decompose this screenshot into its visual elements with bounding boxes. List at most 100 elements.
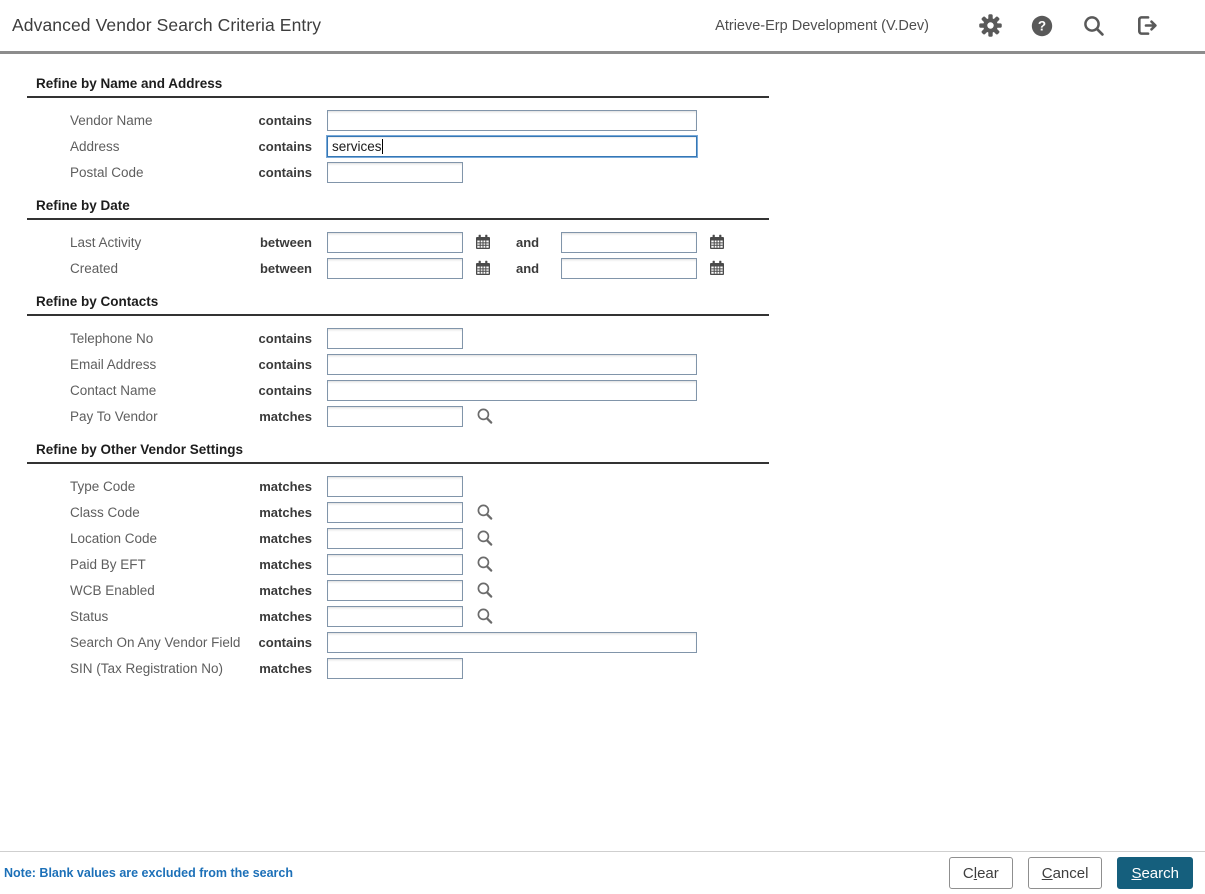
location-code-input[interactable] [327,528,463,549]
field-label: Postal Code [70,165,250,180]
sin-tax-registration-no-input[interactable] [327,658,463,679]
field-row-wcb-enabled: WCB Enabledmatches [27,577,769,603]
created-from-input[interactable] [327,258,463,279]
section-refine-by-name-and-address: Refine by Name and AddressVendor Namecon… [27,76,769,185]
address-input-wrap [327,136,697,157]
field-label: Created [70,261,250,276]
operator-label: matches [250,409,312,424]
field-label: Address [70,139,250,154]
field-label: Paid By EFT [70,557,250,572]
field-row-contact-name: Contact Namecontains [27,377,769,403]
field-label: SIN (Tax Registration No) [70,661,250,676]
last-activity-to-input-wrap [561,232,697,253]
text-cursor [382,139,383,154]
section-title: Refine by Contacts [27,294,769,314]
field-label: Last Activity [70,235,250,250]
lookup-search-icon[interactable] [476,607,494,625]
field-inputs [327,554,494,575]
operator-label: contains [250,113,312,128]
status-input-wrap [327,606,463,627]
svg-text:?: ? [1038,18,1046,33]
class-code-input[interactable] [327,502,463,523]
field-row-paid-by-eft: Paid By EFTmatches [27,551,769,577]
status-input[interactable] [327,606,463,627]
type-code-input-wrap [327,476,463,497]
help-icon[interactable]: ? [1029,13,1055,39]
operator-label: matches [250,609,312,624]
page-title: Advanced Vendor Search Criteria Entry [0,15,321,36]
footer-buttons: Clear Cancel Search [934,857,1193,889]
settings-gear-icon[interactable] [977,13,1003,39]
field-row-search-on-any-vendor-field: Search On Any Vendor Fieldcontains [27,629,769,655]
field-row-sin-tax-registration-no: SIN (Tax Registration No)matches [27,655,769,681]
paid-by-eft-input-wrap [327,554,463,575]
telephone-no-input[interactable] [327,328,463,349]
telephone-no-input-wrap [327,328,463,349]
logout-icon[interactable] [1133,13,1159,39]
lookup-search-icon[interactable] [476,581,494,599]
lookup-search-icon[interactable] [476,407,494,425]
field-inputs [327,354,697,375]
and-label: and [516,235,539,250]
search-on-any-vendor-field-input[interactable] [327,632,697,653]
field-row-telephone-no: Telephone Nocontains [27,325,769,351]
field-inputs [327,658,463,679]
field-row-last-activity: Last Activitybetween and [27,229,769,255]
lookup-search-icon[interactable] [476,555,494,573]
created-to-input[interactable] [561,258,697,279]
last-activity-to-input[interactable] [561,232,697,253]
field-label: Vendor Name [70,113,250,128]
and-label: and [516,261,539,276]
operator-label: matches [250,557,312,572]
field-row-type-code: Type Codematches [27,473,769,499]
field-inputs [327,502,494,523]
lookup-search-icon[interactable] [476,529,494,547]
contact-name-input[interactable] [327,380,697,401]
pay-to-vendor-input[interactable] [327,406,463,427]
header-icons: ? [951,13,1159,39]
created-to-input-wrap [561,258,697,279]
calendar-icon[interactable] [475,234,491,250]
postal-code-input[interactable] [327,162,463,183]
footer-note: Note: Blank values are excluded from the… [0,866,293,880]
field-label: Class Code [70,505,250,520]
clear-button[interactable]: Clear [949,857,1013,889]
paid-by-eft-input[interactable] [327,554,463,575]
operator-label: between [250,235,312,250]
postal-code-input-wrap [327,162,463,183]
section-refine-by-date: Refine by DateLast ActivitybetweenandCre… [27,198,769,281]
operator-label: contains [250,139,312,154]
operator-label: contains [250,165,312,180]
section-refine-by-contacts: Refine by ContactsTelephone NocontainsEm… [27,294,769,429]
calendar-icon[interactable] [709,234,725,250]
field-inputs [327,136,697,157]
search-button[interactable]: Search [1117,857,1193,889]
field-inputs [327,580,494,601]
wcb-enabled-input-wrap [327,580,463,601]
field-label: Telephone No [70,331,250,346]
email-address-input[interactable] [327,354,697,375]
operator-label: matches [250,479,312,494]
operator-label: between [250,261,312,276]
type-code-input[interactable] [327,476,463,497]
class-code-input-wrap [327,502,463,523]
cancel-button[interactable]: Cancel [1028,857,1103,889]
vendor-name-input[interactable] [327,110,697,131]
field-row-address: Addresscontains [27,133,769,159]
search-icon[interactable] [1081,13,1107,39]
field-label: Contact Name [70,383,250,398]
sin-tax-registration-no-input-wrap [327,658,463,679]
calendar-icon[interactable] [709,260,725,276]
calendar-icon[interactable] [475,260,491,276]
operator-label: contains [250,635,312,650]
lookup-search-icon[interactable] [476,503,494,521]
field-inputs [327,406,494,427]
field-inputs [327,632,697,653]
operator-label: contains [250,331,312,346]
field-row-postal-code: Postal Codecontains [27,159,769,185]
field-label: Status [70,609,250,624]
wcb-enabled-input[interactable] [327,580,463,601]
operator-label: contains [250,357,312,372]
last-activity-from-input[interactable] [327,232,463,253]
search-on-any-vendor-field-input-wrap [327,632,697,653]
